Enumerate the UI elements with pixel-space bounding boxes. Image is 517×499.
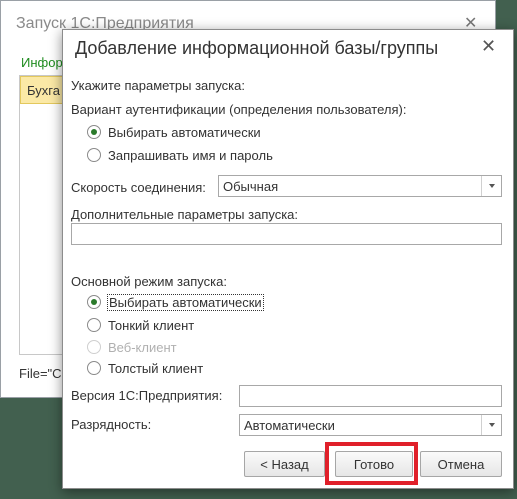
radio-button[interactable] bbox=[87, 361, 101, 375]
extra-params-label: Дополнительные параметры запуска: bbox=[71, 207, 299, 222]
auth-option-auto[interactable]: Выбирать автоматически bbox=[87, 123, 261, 141]
radio-label: Веб-клиент bbox=[108, 339, 177, 355]
auth-option-ask-credentials[interactable]: Запрашивать имя и пароль bbox=[87, 146, 273, 164]
mode-option-web-client: Веб-клиент bbox=[87, 338, 177, 356]
bitness-label: Разрядность: bbox=[71, 417, 152, 432]
bitness-select[interactable]: Автоматически bbox=[239, 414, 502, 436]
auth-label: Вариант аутентификации (определения поль… bbox=[71, 102, 407, 117]
radio-button bbox=[87, 340, 101, 354]
radio-button[interactable] bbox=[87, 318, 101, 332]
radio-label: Выбирать автоматически bbox=[108, 124, 261, 140]
radio-button[interactable] bbox=[87, 125, 101, 139]
radio-label: Выбирать автоматически bbox=[107, 293, 264, 311]
done-button[interactable]: Готово bbox=[335, 451, 413, 477]
close-icon[interactable]: ✕ bbox=[481, 36, 496, 57]
version-label: Версия 1С:Предприятия: bbox=[71, 388, 223, 403]
radio-label: Толстый клиент bbox=[108, 360, 204, 376]
radio-button[interactable] bbox=[87, 295, 101, 309]
chevron-down-icon[interactable] bbox=[481, 176, 501, 196]
version-input[interactable] bbox=[239, 385, 502, 407]
radio-button[interactable] bbox=[87, 148, 101, 162]
mode-option-thick-client[interactable]: Толстый клиент bbox=[87, 359, 203, 377]
add-infobase-dialog: Добавление информационной базы/группы ✕ … bbox=[62, 29, 514, 489]
dialog-title: Добавление информационной базы/группы bbox=[75, 38, 439, 58]
mode-option-auto[interactable]: Выбирать автоматически bbox=[87, 293, 264, 311]
chevron-down-icon[interactable] bbox=[481, 415, 501, 435]
infobase-path: File="C bbox=[19, 366, 62, 381]
launch-params-prompt: Укажите параметры запуска: bbox=[71, 78, 245, 93]
launch-mode-label: Основной режим запуска: bbox=[71, 274, 227, 289]
connection-speed-label: Скорость соединения: bbox=[71, 180, 206, 195]
connection-speed-value: Обычная bbox=[223, 179, 279, 194]
radio-label: Тонкий клиент bbox=[108, 317, 195, 333]
connection-speed-select[interactable]: Обычная bbox=[218, 175, 502, 197]
radio-label: Запрашивать имя и пароль bbox=[108, 147, 273, 163]
infobase-section-label: Инфор bbox=[21, 55, 63, 70]
bitness-value: Автоматически bbox=[244, 418, 335, 433]
back-button[interactable]: < Назад bbox=[244, 451, 325, 477]
cancel-button[interactable]: Отмена bbox=[420, 451, 502, 477]
extra-params-input[interactable] bbox=[71, 223, 502, 245]
mode-option-thin-client[interactable]: Тонкий клиент bbox=[87, 316, 194, 334]
